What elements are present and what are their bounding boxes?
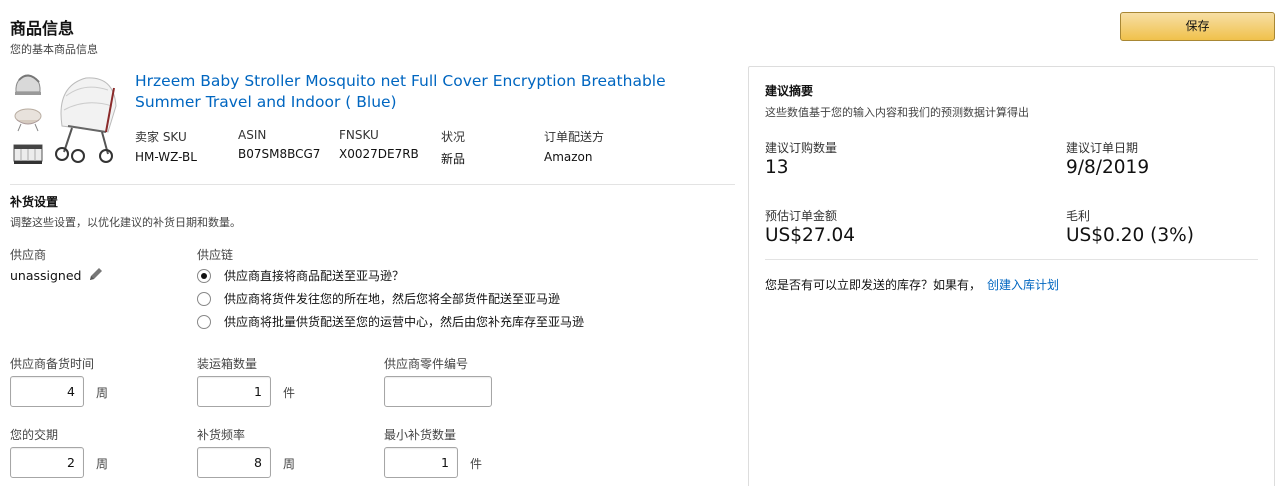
thumbnail-list	[11, 72, 45, 174]
meta-fnsku-value: X0027DE7RB	[339, 147, 419, 161]
radio-icon[interactable]	[197, 291, 211, 306]
pencil-icon[interactable]	[88, 266, 104, 282]
chain-option-label: 供应商将货件发往您的所在地，然后您将全部货件配送至亚马逊	[224, 292, 561, 306]
order-date-value: 9/8/2019	[1066, 157, 1150, 178]
frequency-input[interactable]: 8	[197, 447, 271, 478]
part-no-input[interactable]	[384, 376, 492, 407]
summary-divider	[765, 259, 1258, 260]
meta-sku-value: HM-WZ-BL	[135, 150, 197, 164]
section-divider	[10, 184, 735, 185]
meta-fnsku-label: FNSKU	[339, 128, 379, 142]
meta-fulfillment-label: 订单配送方	[544, 130, 605, 144]
chain-option-direct[interactable]: 供应商直接将商品配送至亚马逊？	[197, 267, 404, 284]
meta-fnsku: FNSKU X0027DE7RB	[339, 128, 419, 161]
chain-option-via-you[interactable]: 供应商将货件发往您的所在地，然后您将全部货件配送至亚马逊	[197, 290, 560, 307]
est-amount-value: US$27.04	[765, 225, 856, 246]
frequency-label: 补货频率	[197, 428, 246, 442]
lead-time-input[interactable]: 4	[10, 376, 84, 407]
chain-option-bulk[interactable]: 供应商将批量供货配送至您的运营中心，然后由您补充库存至亚马逊	[197, 313, 584, 330]
case-qty-input[interactable]: 1	[197, 376, 271, 407]
page-title: 商品信息	[10, 19, 75, 38]
inventory-question: 您是否有可以立即发送的库存？如果有， 创建入库计划	[765, 276, 1059, 293]
create-shipment-link[interactable]: 创建入库计划	[987, 278, 1059, 292]
meta-asin-label: ASIN	[238, 128, 267, 142]
min-qty-input[interactable]: 1	[384, 447, 458, 478]
meta-sku: 卖家 SKU HM-WZ-BL	[135, 128, 197, 164]
case-qty-label: 装运箱数量	[197, 357, 258, 371]
order-qty-label: 建议订购数量	[765, 141, 838, 155]
thumbnail-bassinet[interactable]	[11, 106, 45, 132]
supplier-label: 供应商	[10, 248, 47, 262]
meta-condition-value: 新品	[441, 152, 466, 166]
meta-sku-label: 卖家 SKU	[135, 130, 187, 144]
inventory-question-text: 您是否有可以立即发送的库存？如果有，	[765, 278, 982, 292]
meta-asin-value: B07SM8BCG7	[238, 147, 321, 161]
part-no-label: 供应商零件编号	[384, 357, 469, 371]
stroller-image	[48, 66, 124, 164]
your-lead-unit: 周	[96, 457, 109, 471]
summary-subtitle: 这些数值基于您的输入内容和我们的预测数据计算得出	[765, 106, 1029, 119]
your-lead-label: 您的交期	[10, 428, 59, 442]
replenish-subtitle: 调整这些设置，以优化建议的补货日期和数量。	[10, 216, 241, 229]
lead-time-label: 供应商备货时间	[10, 357, 95, 371]
meta-asin: ASIN B07SM8BCG7	[238, 128, 320, 161]
page-subtitle: 您的基本商品信息	[10, 43, 98, 56]
margin-value: US$0.20 (3%)	[1066, 225, 1194, 246]
product-title-link[interactable]: Hrzeem Baby Stroller Mosquito net Full C…	[135, 71, 695, 113]
case-qty-unit: 件	[283, 386, 296, 400]
meta-condition: 状况 新品	[441, 128, 465, 167]
your-lead-input[interactable]: 2	[10, 447, 84, 478]
replenish-title: 补货设置	[10, 195, 59, 209]
meta-condition-label: 状况	[441, 130, 466, 144]
meta-fulfillment: 订单配送方 Amazon	[544, 128, 604, 164]
supplier-value: unassigned	[10, 268, 82, 283]
thumbnail-playpen[interactable]	[11, 140, 45, 166]
supply-chain-label: 供应链	[197, 248, 234, 262]
radio-icon[interactable]	[197, 314, 211, 329]
chain-option-label: 供应商直接将商品配送至亚马逊？	[224, 269, 405, 283]
thumbnail-car-seat[interactable]	[11, 72, 45, 98]
order-date-label: 建议订单日期	[1066, 141, 1139, 155]
min-qty-unit: 件	[470, 457, 483, 471]
min-qty-label: 最小补货数量	[384, 428, 457, 442]
radio-icon[interactable]	[197, 268, 211, 283]
save-button[interactable]: 保存	[1120, 12, 1275, 41]
summary-title: 建议摘要	[765, 84, 814, 98]
order-qty-value: 13	[765, 157, 789, 178]
est-amount-label: 预估订单金额	[765, 209, 838, 223]
meta-fulfillment-value: Amazon	[544, 150, 593, 164]
margin-label: 毛利	[1066, 209, 1091, 223]
frequency-unit: 周	[283, 457, 296, 471]
chain-option-label: 供应商将批量供货配送至您的运营中心，然后由您补充库存至亚马逊	[224, 315, 585, 329]
lead-time-unit: 周	[96, 386, 109, 400]
